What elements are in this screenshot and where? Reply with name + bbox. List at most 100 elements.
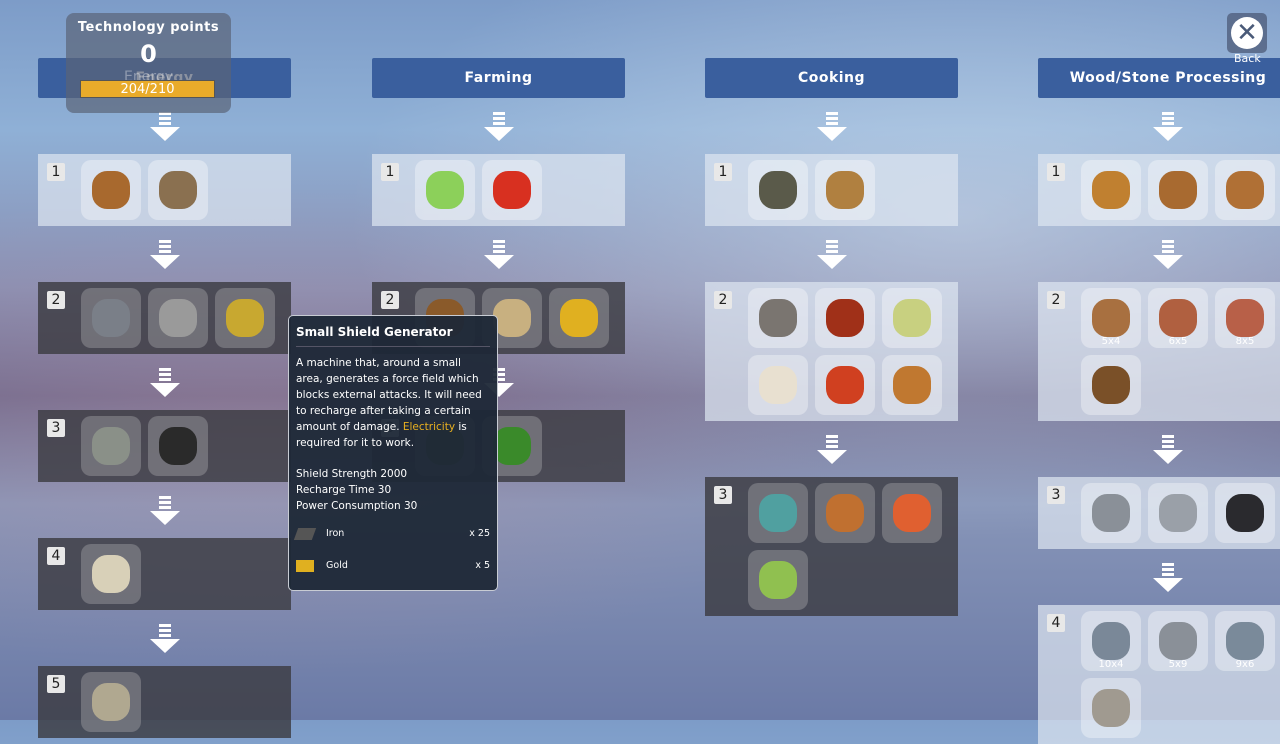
veggie-pizza-icon <box>759 561 797 599</box>
electricity-highlight: Electricity <box>402 421 456 433</box>
roast-icon <box>826 299 864 337</box>
arrow-down-icon <box>1038 226 1280 282</box>
tech-item-slot[interactable] <box>81 416 141 476</box>
tech-item-slot[interactable] <box>815 160 875 220</box>
stone-oven-icon <box>759 299 797 337</box>
tech-item-slot[interactable] <box>815 483 875 543</box>
size-label: 10x4 <box>1098 659 1124 670</box>
tech-item-slot[interactable] <box>882 288 942 348</box>
technology-points-title: Technology points <box>77 20 220 35</box>
stew-icon <box>826 366 864 404</box>
back-label[interactable]: Back <box>1234 52 1261 65</box>
column-header[interactable]: Farming <box>372 58 625 98</box>
tech-item-slot[interactable] <box>882 483 942 543</box>
tech-item-slot[interactable] <box>882 355 942 415</box>
tree-icon <box>493 427 531 465</box>
tech-item-slot[interactable] <box>1215 160 1275 220</box>
column-header[interactable]: Cooking <box>705 58 958 98</box>
arrow-down-icon <box>705 226 958 282</box>
tech-item-slot[interactable] <box>748 550 808 610</box>
iron-icon <box>293 528 317 540</box>
tier-5: 5 <box>38 666 291 738</box>
tech-item-slot[interactable] <box>1081 355 1141 415</box>
tech-item-slot[interactable] <box>1081 678 1141 738</box>
tech-item-slot[interactable] <box>1081 483 1141 543</box>
stone-anvil-icon <box>1092 494 1130 532</box>
seed-mat-icon <box>493 299 531 337</box>
column-wood-stone-processing: Wood/Stone Processing 1 2 5x4 6x5 8x5 3 4 10x4 5x… <box>1038 58 1280 744</box>
tech-item-slot[interactable] <box>815 288 875 348</box>
tier-4: 4 10x4 5x9 9x6 <box>1038 605 1280 744</box>
tier-1: 1 <box>1038 154 1280 226</box>
tech-item-slot[interactable] <box>1148 160 1208 220</box>
balloon-icon <box>92 555 130 593</box>
arrow-down-icon <box>38 610 291 666</box>
technology-progress-bar: 204/210 <box>80 80 215 98</box>
tier-2: 2 <box>705 282 958 421</box>
stone-wall-icon <box>1092 689 1130 727</box>
item-tooltip: Small Shield Generator A machine that, a… <box>288 315 498 591</box>
tech-item-slot[interactable]: 10x4 <box>1081 611 1141 671</box>
pipe-lamp-icon <box>159 299 197 337</box>
tech-item-slot[interactable] <box>748 160 808 220</box>
tier-number: 1 <box>47 163 65 181</box>
tech-item-slot[interactable] <box>148 160 208 220</box>
tech-item-slot[interactable]: 5x4 <box>1081 288 1141 348</box>
tech-item-slot[interactable]: 5x9 <box>1148 611 1208 671</box>
column-cooking: Cooking 1 2 3 <box>705 58 958 616</box>
tech-item-slot[interactable] <box>81 544 141 604</box>
size-label: 5x9 <box>1168 659 1188 670</box>
small-shield-generator-icon <box>159 427 197 465</box>
tech-item-slot[interactable] <box>748 288 808 348</box>
material-gold: Gold x 5 <box>296 558 490 574</box>
tech-item-slot[interactable] <box>81 160 141 220</box>
wood-house-icon <box>1159 299 1197 337</box>
tech-item-slot[interactable] <box>549 288 609 348</box>
tech-item-slot[interactable] <box>748 483 808 543</box>
salad-bowl-icon <box>826 171 864 209</box>
tomato-icon <box>493 171 531 209</box>
tech-item-slot[interactable] <box>215 288 275 348</box>
tech-item-slot[interactable] <box>748 355 808 415</box>
tier-number: 2 <box>714 291 732 309</box>
pie-icon <box>826 494 864 532</box>
material-iron: Iron x 25 <box>293 526 490 542</box>
tier-number: 1 <box>381 163 399 181</box>
tier-3: 3 <box>1038 477 1280 549</box>
tech-item-slot[interactable] <box>415 160 475 220</box>
back-button[interactable]: ✕ <box>1227 13 1267 53</box>
tech-item-slot[interactable]: 6x5 <box>1148 288 1208 348</box>
ladder-icon <box>1092 171 1130 209</box>
tier-4: 4 <box>38 538 291 610</box>
arrow-down-icon <box>705 98 958 154</box>
tier-1: 1 <box>372 154 625 226</box>
tech-item-slot[interactable] <box>1215 483 1275 543</box>
close-icon: ✕ <box>1231 17 1263 49</box>
tier-3: 3 <box>38 410 291 482</box>
generator-icon <box>226 299 264 337</box>
tooltip-title: Small Shield Generator <box>296 324 490 347</box>
tech-item-slot[interactable] <box>815 355 875 415</box>
tech-item-slot[interactable] <box>1148 483 1208 543</box>
kitchen-icon <box>759 494 797 532</box>
tech-item-slot[interactable] <box>1081 160 1141 220</box>
tier-number: 3 <box>714 486 732 504</box>
tooltip-description: A machine that, around a small area, gen… <box>296 355 490 451</box>
coal-icon <box>1226 494 1264 532</box>
tier-number: 3 <box>1047 486 1065 504</box>
tech-item-slot[interactable] <box>81 672 141 732</box>
tech-item-slot[interactable] <box>148 416 208 476</box>
size-label: 9x6 <box>1235 659 1255 670</box>
arrow-down-icon <box>38 226 291 282</box>
tech-item-slot[interactable] <box>482 160 542 220</box>
tech-item-slot[interactable] <box>148 288 208 348</box>
material-name: Gold <box>326 560 348 571</box>
stone-block-icon <box>1159 494 1197 532</box>
tech-item-slot[interactable]: 8x5 <box>1215 288 1275 348</box>
technology-points-panel: Technology points Energy 0 204/210 <box>66 13 231 113</box>
stat-recharge-time: Recharge Time 30 <box>296 484 392 496</box>
tech-item-slot[interactable] <box>81 288 141 348</box>
arrow-down-icon <box>1038 549 1280 605</box>
log-icon <box>92 171 130 209</box>
tech-item-slot[interactable]: 9x6 <box>1215 611 1275 671</box>
